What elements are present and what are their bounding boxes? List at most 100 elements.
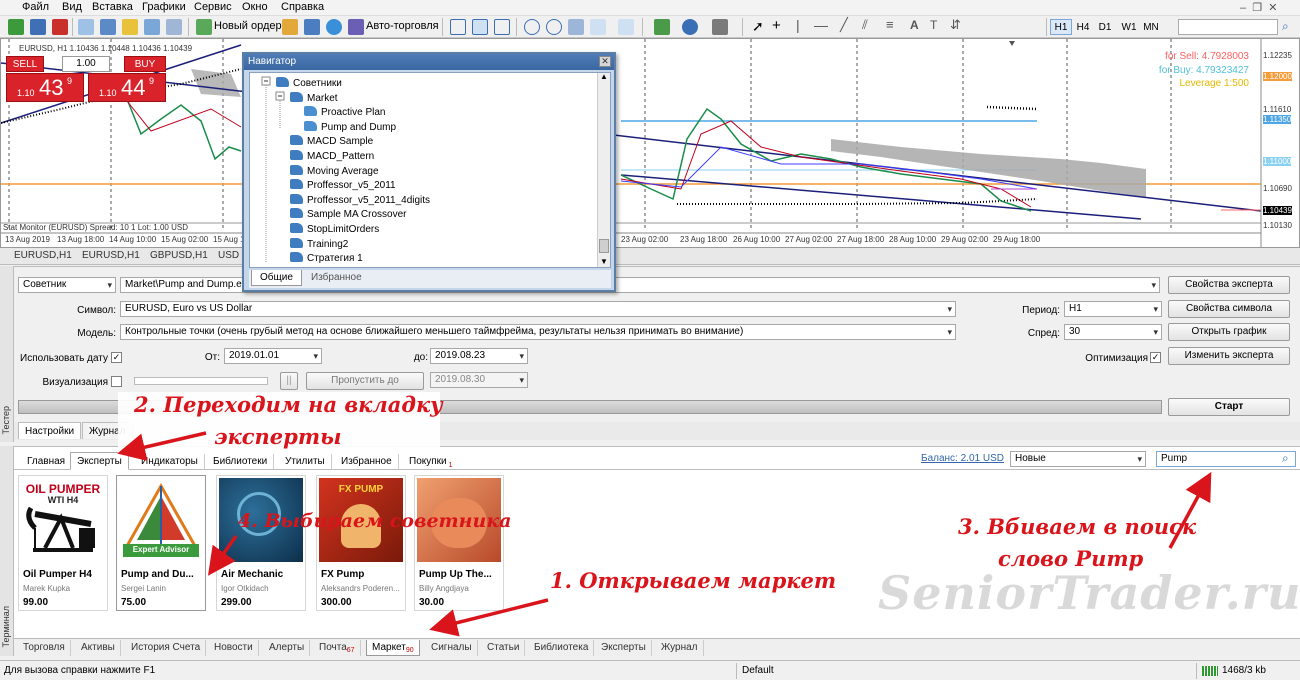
tab-trade[interactable]: Торговля xyxy=(18,640,71,656)
menu-view[interactable]: Вид xyxy=(62,1,82,13)
tile-windows-icon[interactable] xyxy=(568,19,584,35)
period-select[interactable]: H1 xyxy=(1064,301,1162,317)
text-icon[interactable]: A xyxy=(910,18,919,32)
product-card-oil-pumper[interactable]: OIL PUMPER WTI H4 Oil Pumper H4 Marek Ku… xyxy=(18,475,108,611)
tab-main[interactable]: Главная xyxy=(20,452,73,470)
vertical-line-icon[interactable]: | xyxy=(796,17,800,33)
bar-chart-icon[interactable] xyxy=(450,19,466,35)
menu-file[interactable]: Файл xyxy=(22,1,49,13)
search-icon[interactable]: ⌕ xyxy=(1282,19,1289,34)
scroll-chart-icon[interactable] xyxy=(590,19,606,35)
navigator-item[interactable]: Market xyxy=(290,91,338,106)
product-card-pump-and-dump[interactable]: Expert Advisor Pump and Du... Sergei Lan… xyxy=(116,475,206,611)
line-chart-icon[interactable] xyxy=(494,19,510,35)
tab-market[interactable]: Маркет90 xyxy=(366,640,420,656)
from-date-input[interactable]: 2019.01.01 xyxy=(224,348,322,364)
navigator-item[interactable]: StopLimitOrders xyxy=(290,223,379,237)
connection-icon[interactable] xyxy=(1202,666,1218,676)
navigator-scrollbar[interactable]: ▲ ▼ xyxy=(597,73,610,267)
globe-icon[interactable] xyxy=(326,19,342,35)
buy-button[interactable]: BUY xyxy=(124,56,166,72)
fibo-icon[interactable]: ≡ xyxy=(886,17,894,32)
navigator-item[interactable]: MACD Sample xyxy=(290,135,373,149)
tab-favorites[interactable]: Избранное xyxy=(334,452,399,470)
price-chart[interactable]: SELL 1.00 BUY 1.10 43 9 1.10 44 9 EURUSD… xyxy=(0,38,1300,248)
chart-tab[interactable]: USD xyxy=(218,250,239,261)
navigator-item[interactable]: Советники xyxy=(276,77,342,91)
navigator-item[interactable]: Training2 xyxy=(290,237,348,252)
periods-icon[interactable] xyxy=(682,19,698,35)
symbol-properties-button[interactable]: Свойства символа xyxy=(1168,300,1290,318)
menu-service[interactable]: Сервис xyxy=(194,1,232,13)
window-controls[interactable]: – ❐ ✕ xyxy=(1240,1,1277,14)
crosshair-icon[interactable]: + xyxy=(772,17,781,34)
chart-tab[interactable]: EURUSD,H1 xyxy=(82,250,140,261)
chart-tab[interactable]: GBPUSD,H1 xyxy=(150,250,208,261)
arrows-icon[interactable]: ⇵ xyxy=(950,17,961,33)
tab-news[interactable]: Новости xyxy=(209,640,259,656)
menu-charts[interactable]: Графики xyxy=(142,1,186,13)
close-icon[interactable] xyxy=(52,19,68,35)
menu-window[interactable]: Окно xyxy=(242,1,268,13)
skip-date-input[interactable]: 2019.08.30 xyxy=(430,372,528,388)
sort-select[interactable]: Новые xyxy=(1010,451,1146,467)
scroll-down-icon[interactable]: ▼ xyxy=(600,257,608,266)
spread-select[interactable]: 30 xyxy=(1064,324,1162,340)
skip-to-button[interactable]: Пропустить до xyxy=(306,372,424,390)
people-icon[interactable] xyxy=(304,19,320,35)
speed-slider[interactable] xyxy=(134,377,268,385)
tf-h4[interactable]: H4 xyxy=(1072,19,1094,35)
optimization-checkbox[interactable]: ✓ xyxy=(1150,352,1161,363)
tab-settings[interactable]: Настройки xyxy=(18,422,82,439)
tf-mn[interactable]: MN xyxy=(1140,19,1162,35)
product-card-pump-up[interactable]: Pump Up The... Billy Angdjaya 30.00 xyxy=(414,475,504,611)
horizontal-line-icon[interactable]: — xyxy=(814,17,828,33)
tf-w1[interactable]: W1 xyxy=(1118,19,1140,35)
tab-mail[interactable]: Почта67 xyxy=(314,640,361,656)
search-icon[interactable]: ⌕ xyxy=(1282,451,1289,466)
label-icon[interactable]: T xyxy=(930,18,937,32)
navigator-window[interactable]: Навигатор ✕ Советники Market Proactive Pla… xyxy=(242,52,616,292)
profiles-icon[interactable] xyxy=(30,19,46,35)
zoom-in-icon[interactable] xyxy=(524,19,540,35)
scroll-up-icon[interactable]: ▲ xyxy=(600,73,608,81)
chart-tab[interactable]: EURUSD,H1 xyxy=(14,250,72,261)
sell-button[interactable]: SELL xyxy=(6,56,44,72)
visualization-checkbox[interactable] xyxy=(111,376,122,387)
market-watch-icon[interactable] xyxy=(78,19,94,35)
pause-button[interactable]: || xyxy=(280,372,298,390)
product-card-air-mechanic[interactable]: Air Mechanic Igor Otkidach 299.00 xyxy=(216,475,306,611)
candles-icon[interactable] xyxy=(472,19,488,35)
data-window-icon[interactable] xyxy=(100,19,116,35)
tf-h1[interactable]: H1 xyxy=(1050,19,1072,35)
terminal-icon[interactable] xyxy=(144,19,160,35)
symbol-select[interactable]: EURUSD, Euro vs US Dollar xyxy=(120,301,956,317)
tab-experts-log[interactable]: Эксперты xyxy=(596,640,652,656)
navigator-icon[interactable] xyxy=(122,19,138,35)
auto-trading-icon[interactable] xyxy=(348,19,364,35)
to-date-input[interactable]: 2019.08.23 xyxy=(430,348,528,364)
balance-link[interactable]: Баланс: 2.01 USD xyxy=(921,453,1004,464)
scroll-thumb[interactable] xyxy=(599,239,609,253)
trendline-icon[interactable]: ╱ xyxy=(840,17,848,33)
indicators-icon[interactable] xyxy=(654,19,670,35)
navigator-item[interactable]: Стратегия 1 xyxy=(290,252,363,266)
edit-expert-button[interactable]: Изменить эксперта xyxy=(1168,347,1290,365)
open-chart-button[interactable]: Открыть график xyxy=(1168,323,1290,341)
model-select[interactable]: Контрольные точки (очень грубый метод на… xyxy=(120,324,956,340)
tab-signals[interactable]: Сигналы xyxy=(426,640,478,656)
navigator-item[interactable]: MACD_Pattern xyxy=(290,150,374,164)
expert-properties-button[interactable]: Свойства эксперта xyxy=(1168,276,1290,294)
tab-general[interactable]: Общие xyxy=(251,270,302,286)
sell-price[interactable]: 1.10 43 9 xyxy=(6,73,84,102)
auto-trading-button[interactable]: Авто-торговля xyxy=(366,20,439,32)
navigator-title[interactable]: Навигатор xyxy=(244,54,614,70)
tab-library[interactable]: Библиотека xyxy=(529,640,595,656)
new-order-icon[interactable] xyxy=(196,19,212,35)
chart-shift-icon[interactable] xyxy=(618,19,634,35)
metaeditor-icon[interactable] xyxy=(282,19,298,35)
market-search-input[interactable]: Pump xyxy=(1156,451,1296,467)
product-card-fx-pump[interactable]: FX PUMP FX Pump Aleksandrs Poderen... 30… xyxy=(316,475,406,611)
navigator-item[interactable]: Pump and Dump xyxy=(304,120,396,135)
navigator-item[interactable]: Proffessor_v5_2011 xyxy=(290,179,396,193)
